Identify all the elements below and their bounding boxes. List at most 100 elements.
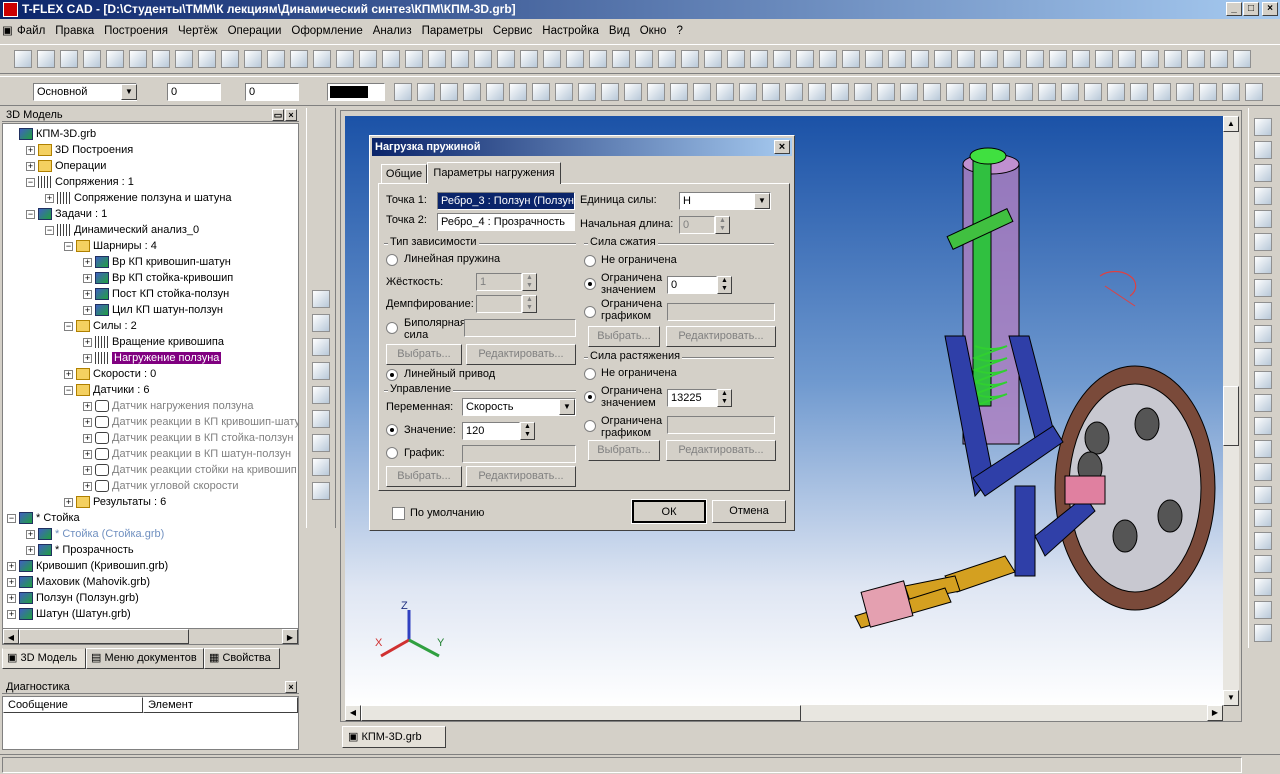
toolbar-tool-icon[interactable]: [1118, 50, 1136, 68]
toolbar-tool-icon[interactable]: [509, 83, 527, 101]
toolbar-tool-icon[interactable]: [739, 83, 757, 101]
tension-unlimited-radio[interactable]: [584, 368, 596, 380]
toolbar-tool-icon[interactable]: [555, 83, 573, 101]
tree-row[interactable]: + * Стойка (Стойка.grb): [26, 526, 164, 542]
width-value-field[interactable]: 0: [245, 83, 299, 101]
layer-dropdown-arrow[interactable]: ▼: [121, 84, 137, 100]
toolbar-tool-icon[interactable]: [612, 50, 630, 68]
side-tool-icon[interactable]: [312, 386, 330, 404]
toolbar-tool-icon[interactable]: [911, 50, 929, 68]
tab-properties[interactable]: ▦ Свойства: [204, 648, 280, 669]
toolbar-tool-icon[interactable]: [405, 50, 423, 68]
view-tool-icon[interactable]: [1254, 440, 1272, 458]
toolbar-tool-icon[interactable]: [1107, 83, 1125, 101]
graph-edit-button[interactable]: Редактировать...: [466, 466, 576, 487]
toolbar-tool-icon[interactable]: [658, 50, 676, 68]
tension-value-radio[interactable]: [584, 391, 596, 403]
expand-icon[interactable]: +: [83, 417, 92, 427]
toolbar-tool-icon[interactable]: [244, 50, 262, 68]
tree-row[interactable]: +3D Построения: [26, 142, 133, 158]
side-tool-icon[interactable]: [312, 362, 330, 380]
expand-icon[interactable]: +: [83, 353, 92, 363]
compression-graph-radio[interactable]: [584, 306, 596, 318]
line-value-field[interactable]: 0: [167, 83, 221, 101]
toolbar-tool-icon[interactable]: [624, 83, 642, 101]
expand-icon[interactable]: +: [64, 497, 73, 507]
menu-window[interactable]: Окно: [635, 20, 672, 42]
menu-drawing[interactable]: Чертёж: [173, 20, 223, 42]
toolbar-tool-icon[interactable]: [221, 50, 239, 68]
expand-icon[interactable]: +: [7, 561, 16, 571]
toolbar-tool-icon[interactable]: [336, 50, 354, 68]
toolbar-tool-icon[interactable]: [865, 50, 883, 68]
toolbar-tool-icon[interactable]: [1026, 50, 1044, 68]
toolbar-tool-icon[interactable]: [532, 83, 550, 101]
toolbar-tool-icon[interactable]: [486, 83, 504, 101]
collapse-icon[interactable]: −: [7, 513, 16, 523]
toolbar-tool-icon[interactable]: [785, 83, 803, 101]
view-tool-icon[interactable]: [1254, 417, 1272, 435]
toolbar-tool-icon[interactable]: [359, 50, 377, 68]
expand-icon[interactable]: +: [7, 577, 16, 587]
side-tool-icon[interactable]: [312, 482, 330, 500]
expand-icon[interactable]: +: [26, 529, 35, 539]
diagnostics-close-button[interactable]: ×: [285, 681, 297, 693]
tree-row[interactable]: + Шатун (Шатун.grb): [7, 606, 131, 622]
view-tool-icon[interactable]: [1254, 371, 1272, 389]
menu-operations[interactable]: Операции: [223, 20, 287, 42]
view-tool-icon[interactable]: [1254, 486, 1272, 504]
dialog-close-button[interactable]: ×: [774, 140, 790, 154]
menu-file[interactable]: Файл: [12, 20, 50, 42]
toolbar-tool-icon[interactable]: [808, 83, 826, 101]
toolbar-tool-icon[interactable]: [1130, 83, 1148, 101]
toolbar-tool-icon[interactable]: [1084, 83, 1102, 101]
toolbar-tool-icon[interactable]: [1187, 50, 1205, 68]
panel-close-button[interactable]: ×: [285, 109, 297, 121]
side-tool-icon[interactable]: [312, 458, 330, 476]
menu-analysis[interactable]: Анализ: [368, 20, 417, 42]
linear-drive-radio[interactable]: [386, 369, 398, 381]
tab-3d-model[interactable]: ▣ 3D Модель: [2, 648, 86, 669]
view-tool-icon[interactable]: [1254, 164, 1272, 182]
toolbar-tool-icon[interactable]: [129, 50, 147, 68]
value-spinner[interactable]: ▲ ▼: [520, 422, 535, 440]
view-tool-icon[interactable]: [1254, 210, 1272, 228]
tree-row[interactable]: + Датчик нагружения ползуна: [83, 398, 254, 414]
toolbar-tool-icon[interactable]: [175, 50, 193, 68]
tree-row[interactable]: − Динамический анализ_0: [45, 222, 199, 238]
compression-graph-field[interactable]: [667, 303, 775, 321]
view-tool-icon[interactable]: [1254, 624, 1272, 642]
toolbar-tool-icon[interactable]: [1176, 83, 1194, 101]
tree-row[interactable]: + Пост КП стойка-ползун: [83, 286, 229, 302]
expand-icon[interactable]: +: [83, 273, 92, 283]
toolbar-tool-icon[interactable]: [923, 83, 941, 101]
toolbar-tool-icon[interactable]: [854, 83, 872, 101]
linear-spring-radio[interactable]: [386, 254, 398, 266]
side-tool-icon[interactable]: [312, 290, 330, 308]
tab-load-parameters[interactable]: Параметры нагружения: [427, 162, 561, 184]
tree-row[interactable]: + Ползун (Ползун.grb): [7, 590, 139, 606]
model-tree[interactable]: КПМ-3D.grb +3D Построения + Операции − Сопряж…: [2, 123, 299, 645]
tree-row[interactable]: + Вр КП стойка-кривошип: [83, 270, 233, 286]
tree-row[interactable]: + Кривошип (Кривошип.grb): [7, 558, 168, 574]
toolbar-tool-icon[interactable]: [440, 83, 458, 101]
view-tool-icon[interactable]: [1254, 463, 1272, 481]
damping-spinner[interactable]: ▲ ▼: [522, 295, 537, 313]
side-tool-icon[interactable]: [312, 338, 330, 356]
initial-length-spinner[interactable]: ▲ ▼: [715, 216, 730, 234]
tree-row[interactable]: + Скорости : 0: [64, 366, 156, 382]
toolbar-tool-icon[interactable]: [578, 83, 596, 101]
toolbar-tool-icon[interactable]: [14, 50, 32, 68]
view-tool-icon[interactable]: [1254, 509, 1272, 527]
toolbar-tool-icon[interactable]: [888, 50, 906, 68]
toolbar-tool-icon[interactable]: [267, 50, 285, 68]
view-tool-icon[interactable]: [1254, 325, 1272, 343]
toolbar-tool-icon[interactable]: [60, 50, 78, 68]
toolbar-tool-icon[interactable]: [716, 83, 734, 101]
toolbar-tool-icon[interactable]: [417, 83, 435, 101]
tree-row[interactable]: + Датчик реакции в КП кривошип-шатун: [83, 414, 298, 430]
toolbar-tool-icon[interactable]: [83, 50, 101, 68]
collapse-icon[interactable]: −: [26, 209, 35, 219]
toolbar-tool-icon[interactable]: [877, 83, 895, 101]
tree-row[interactable]: + * Прозрачность: [26, 542, 134, 558]
